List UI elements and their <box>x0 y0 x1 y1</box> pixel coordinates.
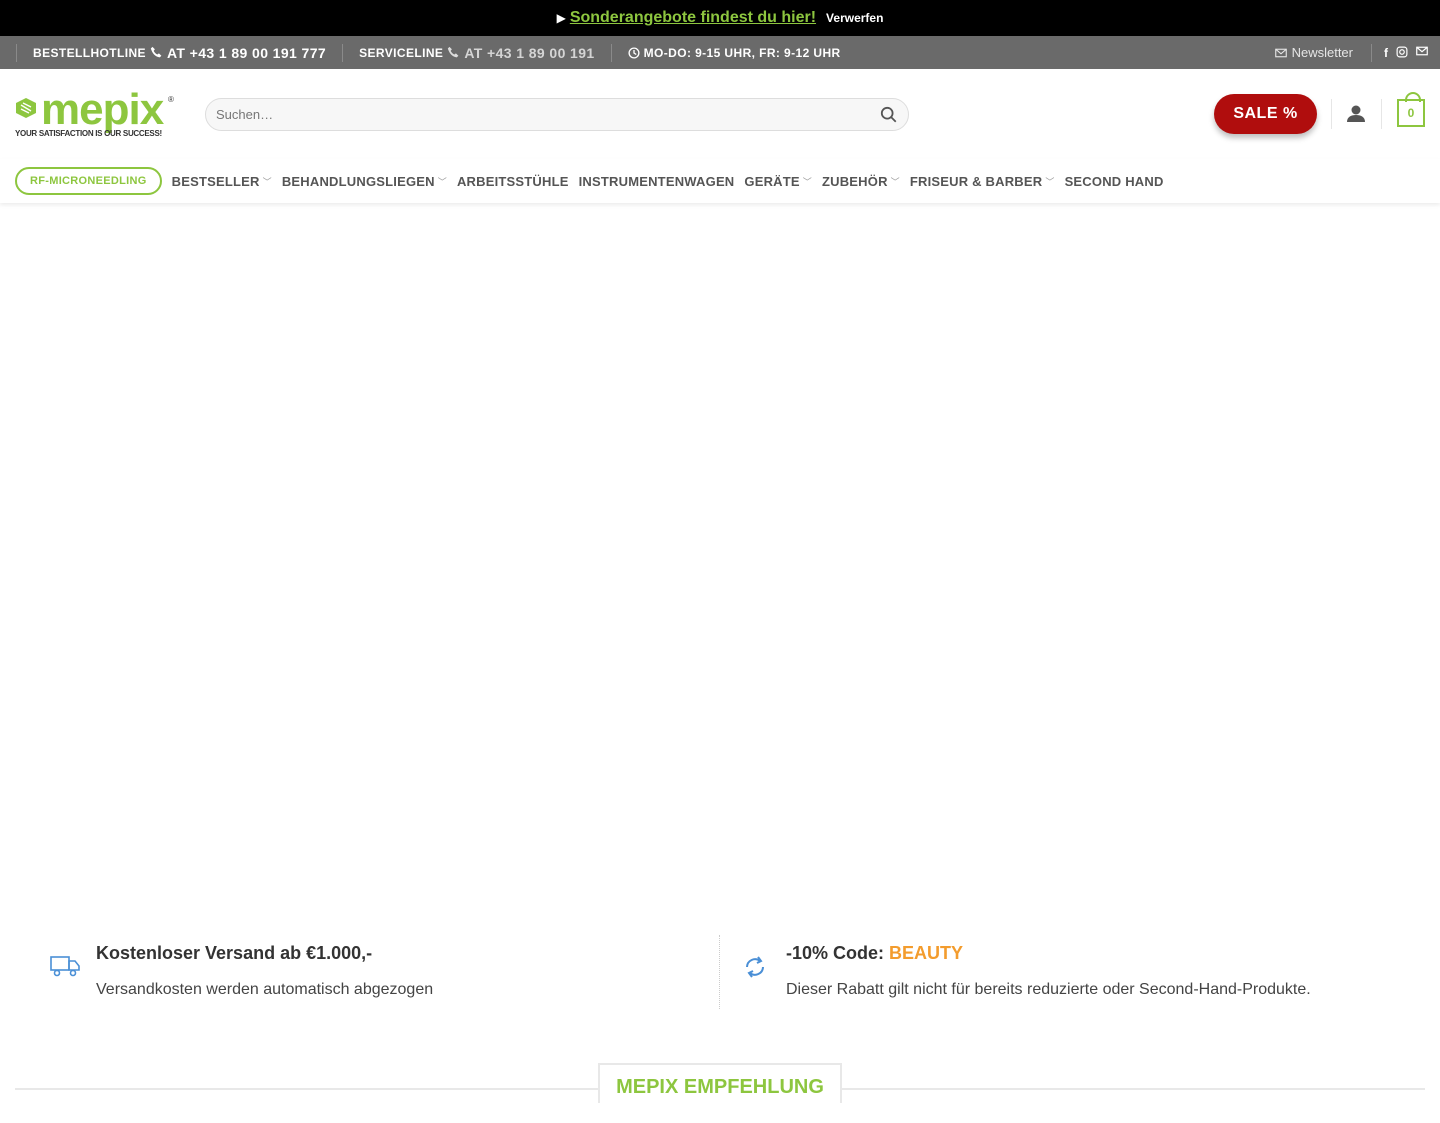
nav-item-zubehoer[interactable]: ZUBEHÖR ﹀ <box>822 174 900 189</box>
chevron-down-icon: ﹀ <box>890 176 900 187</box>
instagram-icon[interactable] <box>1396 46 1408 58</box>
promo-bar: ▶ Sonderangebote findest du hier! Verwer… <box>0 0 1440 36</box>
shipping-feature: Kostenloser Versand ab €1.000,- Versandk… <box>96 943 433 999</box>
order-hotline[interactable]: BESTELLHOTLINE AT +43 1 89 00 191 777 <box>17 45 342 61</box>
truck-icon <box>50 956 80 977</box>
sale-button[interactable]: SALE % <box>1214 94 1317 134</box>
logo-registered: ® <box>168 95 174 104</box>
nav-item-bestseller[interactable]: BESTSELLER ﹀ <box>172 174 272 189</box>
topbar-right: Newsletter f <box>1257 36 1440 69</box>
newsletter-label: Newsletter <box>1291 45 1353 60</box>
opening-hours-text: MO-DO: 9-15 UHR, FR: 9-12 UHR <box>643 45 841 60</box>
facebook-icon[interactable]: f <box>1384 46 1388 60</box>
divider <box>1381 99 1382 129</box>
service-line[interactable]: SERVICELINE AT +43 1 89 00 191 <box>343 45 611 61</box>
order-hotline-label: BESTELLHOTLINE <box>33 45 146 60</box>
nav-item-friseur-barber[interactable]: FRISEUR & BARBER ﹀ <box>910 174 1055 189</box>
phone-icon <box>150 46 162 58</box>
shipping-title: Kostenloser Versand ab €1.000,- <box>96 943 373 963</box>
discount-feature: -10% Code: BEAUTY Dieser Rabatt gilt nic… <box>786 943 1311 999</box>
newsletter-link[interactable]: Newsletter <box>1257 45 1371 60</box>
cart-button[interactable]: 0 <box>1397 92 1425 127</box>
nav-item-behandlungsliegen[interactable]: BEHANDLUNGSLIEGEN ﹀ <box>282 174 447 189</box>
divider <box>1331 99 1332 129</box>
envelope-icon <box>1274 48 1287 57</box>
top-info-bar: BESTELLHOTLINE AT +43 1 89 00 191 777 SE… <box>0 36 1440 69</box>
nav-item-geraete[interactable]: GERÄTE ﹀ <box>744 174 812 189</box>
clock-icon <box>628 46 640 59</box>
shipping-description: Versandkosten werden automatisch abgezog… <box>96 981 434 998</box>
divider <box>719 935 720 1009</box>
logo-word: mepix <box>41 85 164 134</box>
main-nav: RF-MICRONEEDLING BESTSELLER ﹀ BEHANDLUNGS… <box>0 159 1440 203</box>
logo-tagline: YOUR SATISFACTION IS OUR SUCCESS! <box>15 129 162 138</box>
logo-mark-icon <box>16 98 36 118</box>
search-input[interactable] <box>216 107 880 122</box>
chevron-down-icon: ﹀ <box>437 176 447 187</box>
order-hotline-number: AT +43 1 89 00 191 777 <box>166 44 327 61</box>
promo-arrow-icon: ▶ <box>556 11 566 25</box>
opening-hours: MO-DO: 9-15 UHR, FR: 9-12 UHR <box>612 46 857 60</box>
user-account-icon[interactable] <box>1346 104 1366 124</box>
refresh-icon <box>746 956 764 978</box>
cart-count: 0 <box>1407 106 1415 120</box>
discount-description: Dieser Rabatt gilt nicht für bereits red… <box>786 981 1311 998</box>
recommendation-section: MEPIX EMPFEHLUNG <box>0 1033 1440 1103</box>
chevron-down-icon: ﹀ <box>262 176 272 187</box>
chevron-down-icon: ﹀ <box>802 176 812 187</box>
promo-link[interactable]: Sonderangebote findest du hier! <box>570 9 816 27</box>
social-links: f <box>1372 46 1440 60</box>
site-header: mepix ® YOUR SATISFACTION IS OUR SUCCESS… <box>0 69 1440 159</box>
search-icon[interactable] <box>880 106 898 124</box>
nav-item-rf-microneedling[interactable]: RF-MICRONEEDLING <box>15 167 162 195</box>
hero-banner <box>0 203 1440 923</box>
mepix-logo[interactable]: mepix ® YOUR SATISFACTION IS OUR SUCCESS… <box>15 85 177 143</box>
discount-code: BEAUTY <box>889 943 964 963</box>
nav-item-arbeitsstuehle[interactable]: ARBEITSSTÜHLE <box>457 174 569 189</box>
nav-item-second-hand[interactable]: SECOND HAND <box>1065 174 1164 189</box>
service-line-label: SERVICELINE <box>359 45 444 60</box>
discount-title: -10% Code: BEAUTY <box>786 943 964 963</box>
phone-icon <box>448 46 459 58</box>
service-line-number: AT +43 1 89 00 191 <box>464 44 595 61</box>
promo-dismiss-button[interactable]: Verwerfen <box>826 11 883 25</box>
feature-row: Kostenloser Versand ab €1.000,- Versandk… <box>0 923 1440 1033</box>
section-title: MEPIX EMPFEHLUNG <box>598 1063 842 1103</box>
search-bar <box>205 98 909 131</box>
chevron-down-icon: ﹀ <box>1045 176 1055 187</box>
email-icon[interactable] <box>1416 46 1428 56</box>
nav-item-instrumentenwagen[interactable]: INSTRUMENTENWAGEN <box>579 174 735 189</box>
